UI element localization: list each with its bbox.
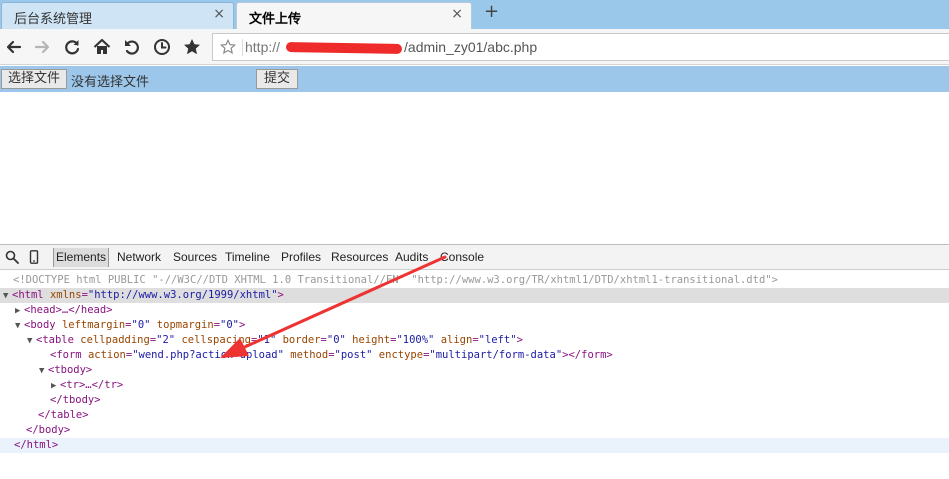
- url-path: /admin_zy01/abc.php: [404, 39, 538, 55]
- tag-name: html: [18, 289, 44, 301]
- choose-file-button[interactable]: 选择文件: [1, 69, 67, 89]
- attr-name: xmlns: [49, 289, 82, 301]
- attr-value: "post": [334, 349, 373, 361]
- close-icon[interactable]: ×: [451, 7, 463, 21]
- tab-title: 后台系统管理: [14, 12, 93, 27]
- attr-value: "1": [257, 334, 277, 346]
- tbody-open-tag: <tbody>: [48, 364, 93, 376]
- devtools-tab-elements[interactable]: Elements: [53, 248, 110, 267]
- upload-form-bar: 选择文件 没有选择文件 提交: [0, 66, 949, 92]
- tbody-close-tag: </tbody>: [50, 394, 101, 406]
- undo-icon[interactable]: [122, 37, 142, 57]
- collapse-triangle-icon[interactable]: ▶: [51, 379, 60, 394]
- tag-name: form: [56, 349, 82, 361]
- attr-value: "0": [131, 319, 151, 331]
- attr-name: method: [290, 349, 329, 361]
- new-tab-button[interactable]: +: [484, 3, 499, 21]
- dom-node-body[interactable]: ▼ <body leftmargin="0" topmargin="0">: [15, 318, 245, 333]
- devtools-tab-resources[interactable]: Resources: [331, 250, 388, 264]
- tab-strip: 后台系统管理 × 文件上传 × +: [0, 0, 949, 29]
- attr-name: cellspacing: [181, 334, 251, 346]
- browser-toolbar: http:// /admin_zy01/abc.php: [0, 29, 949, 65]
- back-icon[interactable]: [4, 37, 24, 57]
- dom-node-tr[interactable]: ▶ <tr>…</tr>: [51, 378, 123, 393]
- form-close-tag: </form>: [568, 349, 613, 361]
- inspect-search-icon[interactable]: [5, 250, 19, 264]
- doctype-text: <!DOCTYPE html PUBLIC "-//W3C//DTD XHTML…: [13, 274, 778, 286]
- dom-node-head[interactable]: ▶ <head>…</head>: [15, 303, 113, 318]
- collapse-triangle-icon[interactable]: ▶: [15, 304, 24, 319]
- attr-name: action: [87, 349, 126, 361]
- redaction-mark: [285, 42, 403, 55]
- star-outline-icon[interactable]: [219, 38, 237, 56]
- tab-admin[interactable]: 后台系统管理 ×: [1, 2, 234, 29]
- tr-collapsed-text: <tr>…</tr>: [60, 379, 124, 391]
- submit-button[interactable]: 提交: [256, 69, 298, 89]
- dom-node-form[interactable]: <form action="wend.php?action=upload" me…: [50, 348, 613, 363]
- expand-triangle-icon[interactable]: ▼: [27, 334, 36, 349]
- attr-name: align: [440, 334, 473, 346]
- bookmark-star-icon[interactable]: [182, 37, 202, 57]
- close-icon[interactable]: ×: [213, 7, 225, 21]
- address-bar[interactable]: http:// /admin_zy01/abc.php: [212, 33, 949, 61]
- devtools-tab-bar: Elements Network Sources Timeline Profil…: [0, 245, 949, 270]
- attr-value: "100%": [396, 334, 435, 346]
- forward-icon[interactable]: [32, 37, 52, 57]
- devtools-tab-audits[interactable]: Audits: [395, 250, 428, 264]
- head-collapsed-text: <head>…</head>: [24, 304, 113, 316]
- devtools-panel: Elements Network Sources Timeline Profil…: [0, 244, 949, 479]
- expand-triangle-icon[interactable]: ▼: [15, 319, 24, 334]
- attr-name: border: [282, 334, 321, 346]
- attr-name: leftmargin: [61, 319, 126, 331]
- dom-node-tbody[interactable]: ▼ <tbody>: [39, 363, 92, 378]
- devtools-tab-network[interactable]: Network: [117, 250, 161, 264]
- devtools-tab-profiles[interactable]: Profiles: [281, 250, 321, 264]
- expand-triangle-icon[interactable]: ▼: [39, 364, 48, 379]
- dom-node-table-close[interactable]: </table>: [38, 408, 89, 423]
- address-divider: [242, 39, 243, 56]
- attr-value: "0": [220, 319, 239, 331]
- dom-node-table[interactable]: ▼ <table cellpadding="2" cellspacing="1" …: [27, 333, 523, 348]
- attr-name: cellpadding: [80, 334, 150, 346]
- attr-value: "wend.php?action=upload": [132, 349, 284, 361]
- url-prefix: http://: [245, 39, 281, 55]
- html-close-tag: </html>: [14, 439, 59, 451]
- attr-value: "0": [326, 334, 346, 346]
- dom-node-html[interactable]: ▼ <html xmlns="http://www.w3.org/1999/xht…: [0, 288, 949, 303]
- reload-icon[interactable]: [62, 37, 82, 57]
- attr-value: "multipart/form-data": [429, 349, 563, 361]
- home-icon[interactable]: [92, 37, 112, 57]
- dom-node-tbody-close[interactable]: </tbody>: [50, 393, 101, 408]
- attr-value: "left": [478, 334, 517, 346]
- tag-name: body: [30, 319, 56, 331]
- expand-triangle-icon[interactable]: ▼: [3, 289, 12, 304]
- attr-value: "http://www.w3.org/1999/xhtml": [87, 289, 278, 301]
- devtools-tab-timeline[interactable]: Timeline: [225, 250, 270, 264]
- url-text[interactable]: http:// /admin_zy01/abc.php: [245, 39, 537, 55]
- attr-value: "2": [156, 334, 176, 346]
- page-content: 选择文件 没有选择文件 提交: [0, 66, 949, 244]
- tag-name: table: [42, 334, 74, 346]
- tab-file-upload[interactable]: 文件上传 ×: [236, 2, 472, 29]
- device-mode-icon[interactable]: [27, 250, 41, 264]
- body-close-tag: </body>: [26, 424, 71, 436]
- attr-name: enctype: [378, 349, 424, 361]
- devtools-tab-console[interactable]: Console: [440, 250, 484, 264]
- table-close-tag: </table>: [38, 409, 89, 421]
- no-file-label: 没有选择文件: [71, 75, 150, 90]
- attr-name: topmargin: [156, 319, 214, 331]
- tab-title: 文件上传: [249, 12, 302, 27]
- devtools-tab-sources[interactable]: Sources: [173, 250, 217, 264]
- history-icon[interactable]: [152, 37, 172, 57]
- dom-node-doctype[interactable]: <!DOCTYPE html PUBLIC "-//W3C//DTD XHTML…: [13, 273, 778, 288]
- dom-node-body-close[interactable]: </body>: [26, 423, 70, 438]
- dom-node-html-close[interactable]: </html>: [0, 438, 949, 453]
- attr-name: height: [352, 334, 391, 346]
